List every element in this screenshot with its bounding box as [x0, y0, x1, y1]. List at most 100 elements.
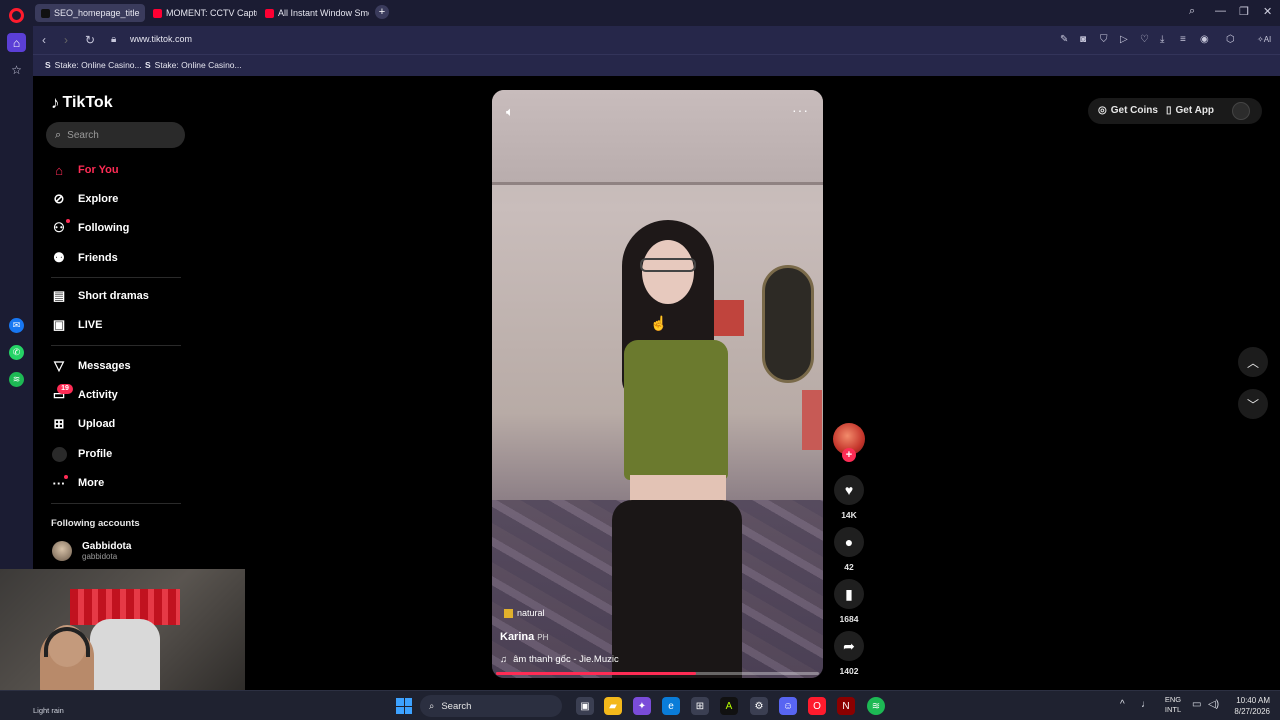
menu-icon[interactable]: ≡ [1180, 34, 1186, 45]
follow-plus-button[interactable]: + [842, 448, 856, 462]
get-coins-button[interactable]: ◎ Get Coins [1098, 105, 1158, 116]
nav-explore[interactable]: ⊘ Explore [51, 191, 119, 207]
nav-for-you[interactable]: ⌂ For You [51, 162, 118, 178]
nav-live[interactable]: ▣ LIVE [51, 317, 103, 333]
camera-icon[interactable]: ◙ [1080, 34, 1086, 45]
video-music[interactable]: ♫ âm thanh gốc - Jie.Muzic [500, 654, 619, 665]
play-icon[interactable]: ▷ [1120, 34, 1128, 45]
video-author[interactable]: Karina PH [500, 631, 548, 643]
chevron-up-icon: ︿ [1246, 355, 1259, 370]
weather-widget[interactable]: Light rain [33, 706, 64, 715]
home-icon[interactable]: ⌂ [7, 33, 26, 52]
search-placeholder: Search [67, 129, 99, 141]
ai-icon[interactable]: ✧AI [1257, 35, 1271, 44]
store-icon[interactable]: ⊞ [691, 697, 709, 715]
spotify-icon[interactable]: ≋ [9, 372, 24, 387]
get-app-button[interactable]: ▯ Get App [1166, 105, 1214, 116]
like-button[interactable]: ♥ [834, 475, 864, 505]
forward-icon[interactable]: › [64, 33, 68, 47]
nav-more[interactable]: ··· More [51, 475, 105, 491]
author-region: PH [537, 633, 549, 642]
back-icon[interactable]: ‹ [42, 33, 46, 47]
profile-icon[interactable]: ◉ [1200, 34, 1209, 45]
video-player[interactable]: 🔈︎ ··· natural Karina PH ♫ âm thanh gốc -… [492, 90, 823, 678]
following-icon: ⚇ [53, 220, 65, 235]
next-video-button[interactable]: ﹀ [1238, 389, 1268, 419]
copilot-icon[interactable]: ✦ [633, 697, 651, 715]
extensions-icon[interactable]: ⬡ [1226, 34, 1235, 45]
save-button[interactable]: ▮ [834, 579, 864, 609]
comment-button[interactable]: ● [834, 527, 864, 557]
nav-label: LIVE [78, 319, 103, 331]
edge-icon[interactable]: e [662, 697, 680, 715]
nav-profile[interactable]: Profile [51, 446, 112, 462]
video-progress-bar[interactable] [496, 672, 819, 675]
share-button[interactable]: ➦ [834, 631, 864, 661]
following-dot [66, 219, 70, 223]
get-coins-label: Get Coins [1110, 105, 1158, 116]
clock-time: 10:40 AM [1236, 696, 1270, 705]
search-input[interactable]: ⌕ Search [46, 122, 185, 148]
close-window-button[interactable]: ✕ [1263, 5, 1272, 18]
share-icon: ➦ [843, 637, 855, 654]
tiktok-logo[interactable]: ♪ TikTok [51, 93, 113, 113]
microphone-icon[interactable]: ♩ [1141, 699, 1151, 710]
nav-messages[interactable]: ▽ Messages [51, 358, 131, 374]
game-app-icon[interactable]: N [837, 697, 855, 715]
url-field[interactable]: www.tiktok.com [130, 34, 192, 44]
new-tab-button[interactable]: + [375, 5, 389, 19]
opera-logo-icon[interactable] [9, 8, 24, 23]
account-avatar[interactable] [1232, 102, 1250, 120]
file-explorer-icon[interactable]: ▰ [604, 697, 622, 715]
taskbar: Light rain ⌕ Search ▣ ▰ ✦ e ⊞ A ⚙ ☺ O N … [0, 690, 1280, 720]
volume-icon[interactable]: 🔈︎ [506, 104, 514, 120]
restore-button[interactable]: ❐ [1239, 5, 1249, 18]
language-indicator[interactable]: ENG INTL [1162, 695, 1184, 715]
spotify-icon[interactable]: ≋ [867, 697, 885, 715]
nav-short-dramas[interactable]: ▤ Short dramas [51, 288, 149, 304]
messenger-icon[interactable]: ✉ [9, 318, 24, 333]
nav-upload[interactable]: ⊞ Upload [51, 416, 116, 432]
lang-top: ENG [1164, 695, 1182, 704]
bookmark-item[interactable]: S Stake: Online Casino... [145, 60, 242, 70]
video-tag[interactable]: natural [504, 608, 545, 618]
tab-window-smoke[interactable]: All Instant Window Smoke [259, 4, 369, 22]
nvidia-icon[interactable]: A [720, 697, 738, 715]
discord-icon[interactable]: ☺ [779, 697, 797, 715]
tab-cctv[interactable]: MOMENT: CCTV Captures [147, 4, 257, 22]
heart-icon[interactable]: ♡ [1140, 34, 1149, 45]
opera-icon[interactable]: O [808, 697, 826, 715]
tray-overflow-icon[interactable]: ^ [1120, 699, 1125, 710]
tab-seo-homepage[interactable]: SEO_homepage_title [35, 4, 145, 22]
steam-icon[interactable]: ⚙ [750, 697, 768, 715]
music-title: âm thanh gốc - Jie.Muzic [513, 654, 619, 665]
nav-friends[interactable]: ⚉ Friends [51, 250, 118, 266]
activity-badge: 19 [57, 384, 73, 394]
system-clock[interactable]: 10:40 AM 8/27/2026 [1224, 695, 1270, 717]
search-tabs-icon[interactable]: ⌕ [1189, 5, 1195, 18]
reload-icon[interactable]: ↻ [85, 33, 95, 47]
edit-icon[interactable]: ✎ [1060, 34, 1068, 45]
clock-date: 8/27/2026 [1234, 707, 1270, 716]
nav-label: More [78, 477, 105, 489]
minimize-button[interactable]: — [1215, 5, 1226, 17]
windows-start-icon[interactable] [396, 698, 412, 714]
download-icon[interactable]: ⤓ [1160, 34, 1164, 45]
more-options-icon[interactable]: ··· [792, 102, 809, 118]
video-scene-poster [802, 390, 822, 450]
task-view-icon[interactable]: ▣ [576, 697, 594, 715]
star-icon[interactable]: ☆ [7, 60, 26, 79]
volume-icon[interactable]: ◁) [1208, 699, 1219, 710]
nav-following[interactable]: ⚇ Following [51, 220, 129, 236]
taskbar-search[interactable]: ⌕ Search [420, 695, 562, 717]
nav-label: Profile [78, 448, 113, 460]
shield-icon[interactable]: ⛉ [1100, 34, 1108, 45]
network-icon[interactable]: ▭ [1192, 699, 1201, 710]
like-count: 14K [841, 510, 857, 520]
whatsapp-icon[interactable]: ✆ [9, 345, 24, 360]
following-account-item[interactable]: Gabbidota gabbidota [52, 541, 131, 561]
tiktok-note-icon: ♪ [51, 93, 60, 112]
profile-avatar [51, 446, 67, 462]
bookmark-item[interactable]: S Stake: Online Casino... [45, 60, 142, 70]
previous-video-button[interactable]: ︿ [1238, 347, 1268, 377]
